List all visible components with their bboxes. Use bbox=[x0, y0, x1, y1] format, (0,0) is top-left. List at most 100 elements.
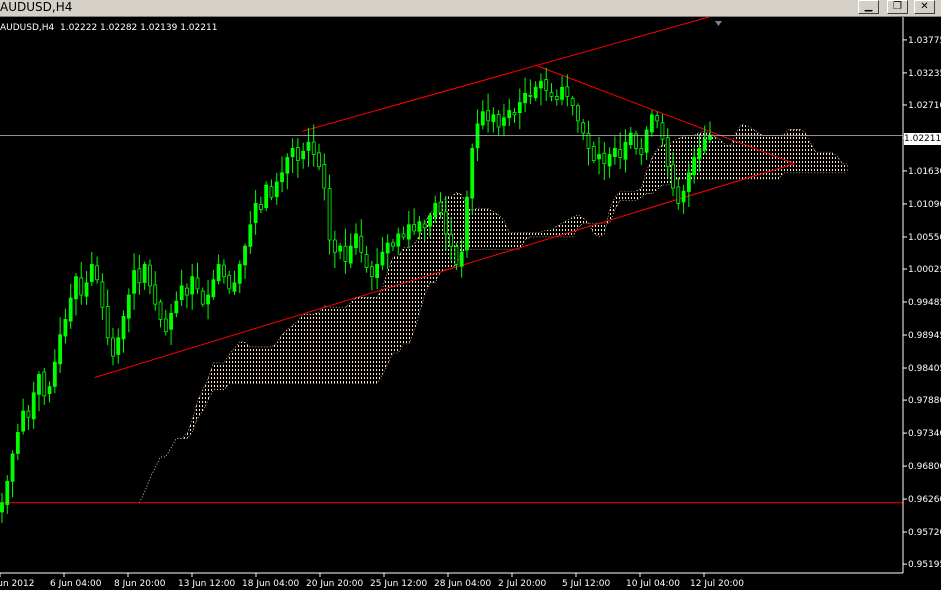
bear-candle bbox=[486, 110, 490, 122]
bull-candle bbox=[491, 114, 496, 123]
bull-candle bbox=[237, 264, 242, 284]
bull-candle bbox=[348, 245, 353, 264]
time-tick-label: 25 Jun 12:00 bbox=[370, 579, 427, 589]
price-tick-label: 1.03235 bbox=[908, 69, 941, 79]
bull-candle bbox=[132, 270, 136, 294]
bear-candle bbox=[185, 287, 189, 296]
restore-button[interactable]: ❐ bbox=[887, 0, 908, 14]
bull-candle bbox=[253, 202, 258, 224]
bull-candle bbox=[264, 184, 269, 208]
bear-candle bbox=[454, 246, 459, 265]
bull-candle bbox=[433, 202, 438, 218]
bull-candle bbox=[47, 386, 52, 394]
price-tick-label: 0.95720 bbox=[908, 528, 941, 538]
bear-candle bbox=[554, 96, 559, 100]
bear-candle bbox=[422, 223, 427, 229]
bull-candle bbox=[354, 233, 358, 248]
minimize-button[interactable]: ▁ bbox=[858, 0, 879, 14]
bear-candle bbox=[512, 112, 517, 116]
bull-candle bbox=[428, 215, 432, 227]
bear-candle bbox=[565, 86, 570, 97]
bull-candle bbox=[285, 157, 290, 174]
price-tick-label: 0.96800 bbox=[908, 462, 941, 472]
time-tick-label: 18 Jun 04:00 bbox=[242, 579, 299, 589]
close-button[interactable]: ✕ bbox=[914, 0, 935, 14]
bull-candle bbox=[507, 110, 512, 119]
bull-candle bbox=[702, 138, 707, 151]
bear-candle bbox=[496, 114, 501, 128]
bear-candle bbox=[327, 188, 332, 241]
bear-candle bbox=[618, 148, 623, 158]
bull-candle bbox=[417, 221, 422, 232]
bear-candle bbox=[137, 268, 142, 284]
bear-candle bbox=[570, 98, 575, 106]
bear-candle bbox=[449, 234, 454, 247]
bear-candle bbox=[163, 318, 168, 333]
price-tick-label: 1.00550 bbox=[908, 233, 941, 243]
bull-candle bbox=[169, 312, 173, 330]
time-tick-label: 20 Jun 20:00 bbox=[306, 579, 363, 589]
bull-candle bbox=[396, 233, 401, 247]
bull-candle bbox=[692, 157, 697, 176]
bear-candle bbox=[200, 290, 205, 305]
bull-candle bbox=[523, 92, 527, 104]
bear-candle bbox=[148, 264, 152, 287]
bear-candle bbox=[660, 122, 665, 140]
bear-candle bbox=[364, 254, 369, 268]
bull-candle bbox=[697, 147, 702, 160]
bear-candle bbox=[412, 224, 417, 232]
bull-candle bbox=[380, 251, 385, 266]
bull-candle bbox=[338, 245, 343, 252]
price-tick-label: 1.02710 bbox=[908, 101, 941, 111]
bull-candle bbox=[31, 392, 36, 420]
bull-candle bbox=[58, 334, 63, 365]
bull-candle bbox=[232, 282, 237, 292]
bull-candle bbox=[644, 129, 649, 153]
bear-candle bbox=[438, 201, 443, 213]
bull-candle bbox=[243, 245, 247, 266]
bear-candle bbox=[332, 239, 337, 253]
bull-candle bbox=[623, 141, 628, 160]
bear-candle bbox=[639, 147, 644, 155]
price-tick-label: 1.01090 bbox=[908, 200, 941, 210]
bull-candle bbox=[5, 480, 10, 506]
bull-candle bbox=[248, 224, 253, 247]
bull-candle bbox=[179, 285, 184, 301]
bull-candle bbox=[385, 242, 390, 254]
bear-candle bbox=[528, 94, 533, 97]
bear-candle bbox=[95, 265, 100, 281]
bull-candle bbox=[406, 224, 411, 240]
bull-candle bbox=[116, 337, 121, 355]
bull-candle bbox=[37, 374, 41, 395]
price-tick-label: 1.00025 bbox=[908, 265, 941, 275]
price-tick-label: 0.97880 bbox=[908, 396, 941, 406]
bull-candle bbox=[89, 264, 94, 282]
bear-candle bbox=[153, 284, 158, 305]
bear-candle bbox=[671, 164, 675, 189]
time-tick-label: 5 Jul 12:00 bbox=[562, 579, 611, 589]
bear-candle bbox=[581, 122, 586, 134]
price-tick-label: 0.96260 bbox=[908, 495, 941, 505]
bull-candle bbox=[459, 251, 464, 267]
bull-candle bbox=[681, 190, 686, 203]
bull-candle bbox=[708, 135, 712, 140]
bull-candle bbox=[74, 276, 78, 300]
bull-candle bbox=[290, 147, 295, 158]
price-tick-label: 1.03775 bbox=[908, 36, 941, 46]
bull-candle bbox=[216, 264, 221, 282]
bear-candle bbox=[544, 79, 549, 91]
bear-candle bbox=[665, 137, 670, 168]
bull-candle bbox=[480, 111, 485, 126]
price-chart[interactable]: 1.037751.032351.027101.021701.016301.010… bbox=[0, 17, 941, 590]
bull-candle bbox=[84, 282, 89, 297]
bull-candle bbox=[628, 132, 633, 146]
bull-candle bbox=[533, 86, 538, 99]
bull-candle bbox=[174, 300, 179, 314]
bull-candle bbox=[190, 276, 195, 295]
bull-candle bbox=[470, 147, 475, 199]
time-tick-label: 6 Jun 04:00 bbox=[50, 579, 102, 589]
bear-candle bbox=[443, 211, 448, 235]
bull-candle bbox=[607, 154, 612, 167]
bear-candle bbox=[343, 245, 348, 262]
bear-candle bbox=[311, 141, 316, 155]
